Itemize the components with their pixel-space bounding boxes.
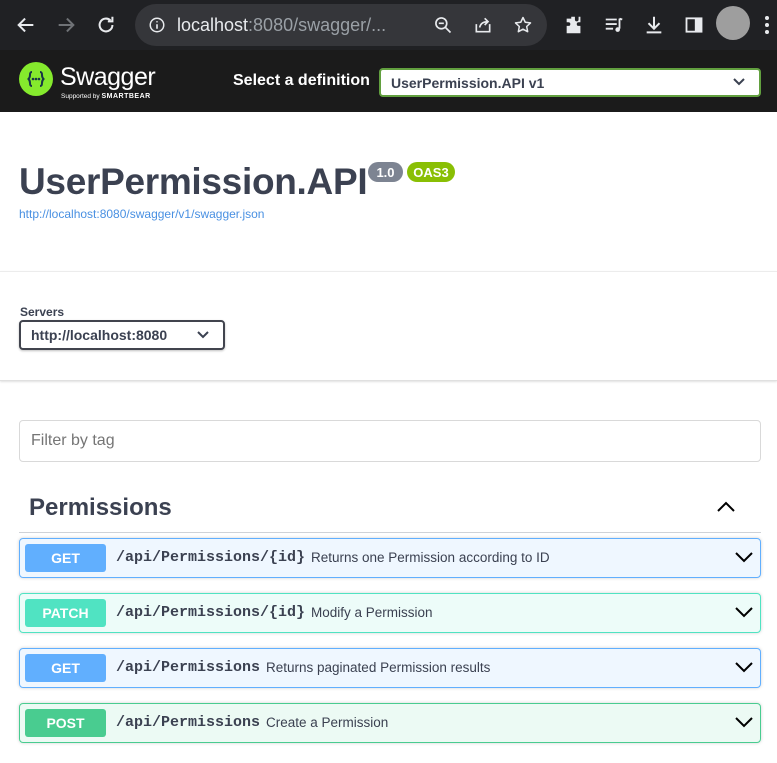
- operation-path: /api/Permissions/{id}: [116, 549, 306, 566]
- swagger-logo-icon[interactable]: [19, 62, 53, 96]
- method-badge: GET: [25, 544, 106, 572]
- url-path: :8080/swagger/...: [248, 15, 387, 35]
- operation-get-permission-by-id[interactable]: GET /api/Permissions/{id} Returns one Pe…: [19, 538, 761, 578]
- extensions-icon[interactable]: [562, 13, 586, 37]
- method-badge: PATCH: [25, 599, 106, 627]
- swagger-logo-text[interactable]: Swagger: [60, 63, 156, 92]
- download-icon[interactable]: [642, 13, 666, 37]
- servers-label: Servers: [20, 305, 65, 319]
- oas-badge: OAS3: [407, 162, 455, 182]
- site-info-icon[interactable]: [145, 13, 169, 37]
- chevron-down-icon: [733, 78, 745, 86]
- forward-icon[interactable]: [54, 13, 78, 37]
- side-panel-icon[interactable]: [682, 13, 706, 37]
- swagger-topbar: Swagger Supported by SMARTBEAR Select a …: [0, 50, 777, 112]
- zoom-icon[interactable]: [431, 13, 455, 37]
- operation-get-permissions[interactable]: GET /api/Permissions Returns paginated P…: [19, 648, 761, 688]
- operation-path: /api/Permissions: [116, 714, 261, 731]
- operation-post-permission[interactable]: POST /api/Permissions Create a Permissio…: [19, 703, 761, 743]
- operation-summary: Returns paginated Permission results: [266, 660, 491, 675]
- version-badge: 1.0: [368, 162, 403, 182]
- chevron-up-icon[interactable]: [715, 498, 737, 516]
- browser-toolbar: localhost:8080/swagger/...: [0, 0, 777, 50]
- definition-select[interactable]: UserPermission.API v1: [379, 68, 761, 97]
- operation-summary: Modify a Permission: [311, 605, 433, 620]
- operation-path: /api/Permissions: [116, 659, 261, 676]
- filter-by-tag-input[interactable]: [19, 420, 761, 462]
- method-badge: GET: [25, 654, 106, 682]
- reload-icon[interactable]: [94, 13, 118, 37]
- logo-brand-text: SMARTBEAR: [101, 93, 151, 100]
- chevron-down-icon: [735, 607, 753, 618]
- menu-kebab-icon[interactable]: [760, 13, 774, 37]
- back-icon[interactable]: [14, 13, 38, 37]
- operation-path: /api/Permissions/{id}: [116, 604, 306, 621]
- chevron-down-icon: [735, 662, 753, 673]
- share-icon[interactable]: [471, 13, 495, 37]
- servers-value: http://localhost:8080: [31, 327, 168, 343]
- profile-avatar[interactable]: [716, 6, 750, 40]
- definition-value: UserPermission.API v1: [391, 75, 545, 91]
- bookmark-star-icon[interactable]: [511, 13, 535, 37]
- tag-title: Permissions: [29, 494, 172, 521]
- chevron-down-icon: [735, 717, 753, 728]
- definition-label: Select a definition: [233, 72, 370, 89]
- tag-header-permissions[interactable]: Permissions: [19, 482, 761, 533]
- url-host: localhost: [177, 15, 249, 35]
- logo-supported-text: Supported by: [61, 93, 100, 100]
- chevron-down-icon: [735, 552, 753, 563]
- method-badge: POST: [25, 709, 106, 737]
- swagger-logo-subtitle: Supported by SMARTBEAR: [61, 93, 151, 100]
- servers-select[interactable]: http://localhost:8080: [19, 320, 225, 350]
- spec-url-link[interactable]: http://localhost:8080/swagger/v1/swagger…: [19, 207, 264, 221]
- operation-summary: Returns one Permission according to ID: [311, 550, 550, 565]
- url-text[interactable]: localhost:8080/swagger/...: [177, 15, 386, 36]
- operation-patch-permission[interactable]: PATCH /api/Permissions/{id} Modify a Per…: [19, 593, 761, 633]
- api-title: UserPermission.API: [19, 161, 368, 202]
- operation-summary: Create a Permission: [266, 715, 389, 730]
- chevron-down-icon: [197, 331, 209, 339]
- media-queue-icon[interactable]: [602, 13, 626, 37]
- address-bar[interactable]: localhost:8080/swagger/...: [135, 4, 547, 46]
